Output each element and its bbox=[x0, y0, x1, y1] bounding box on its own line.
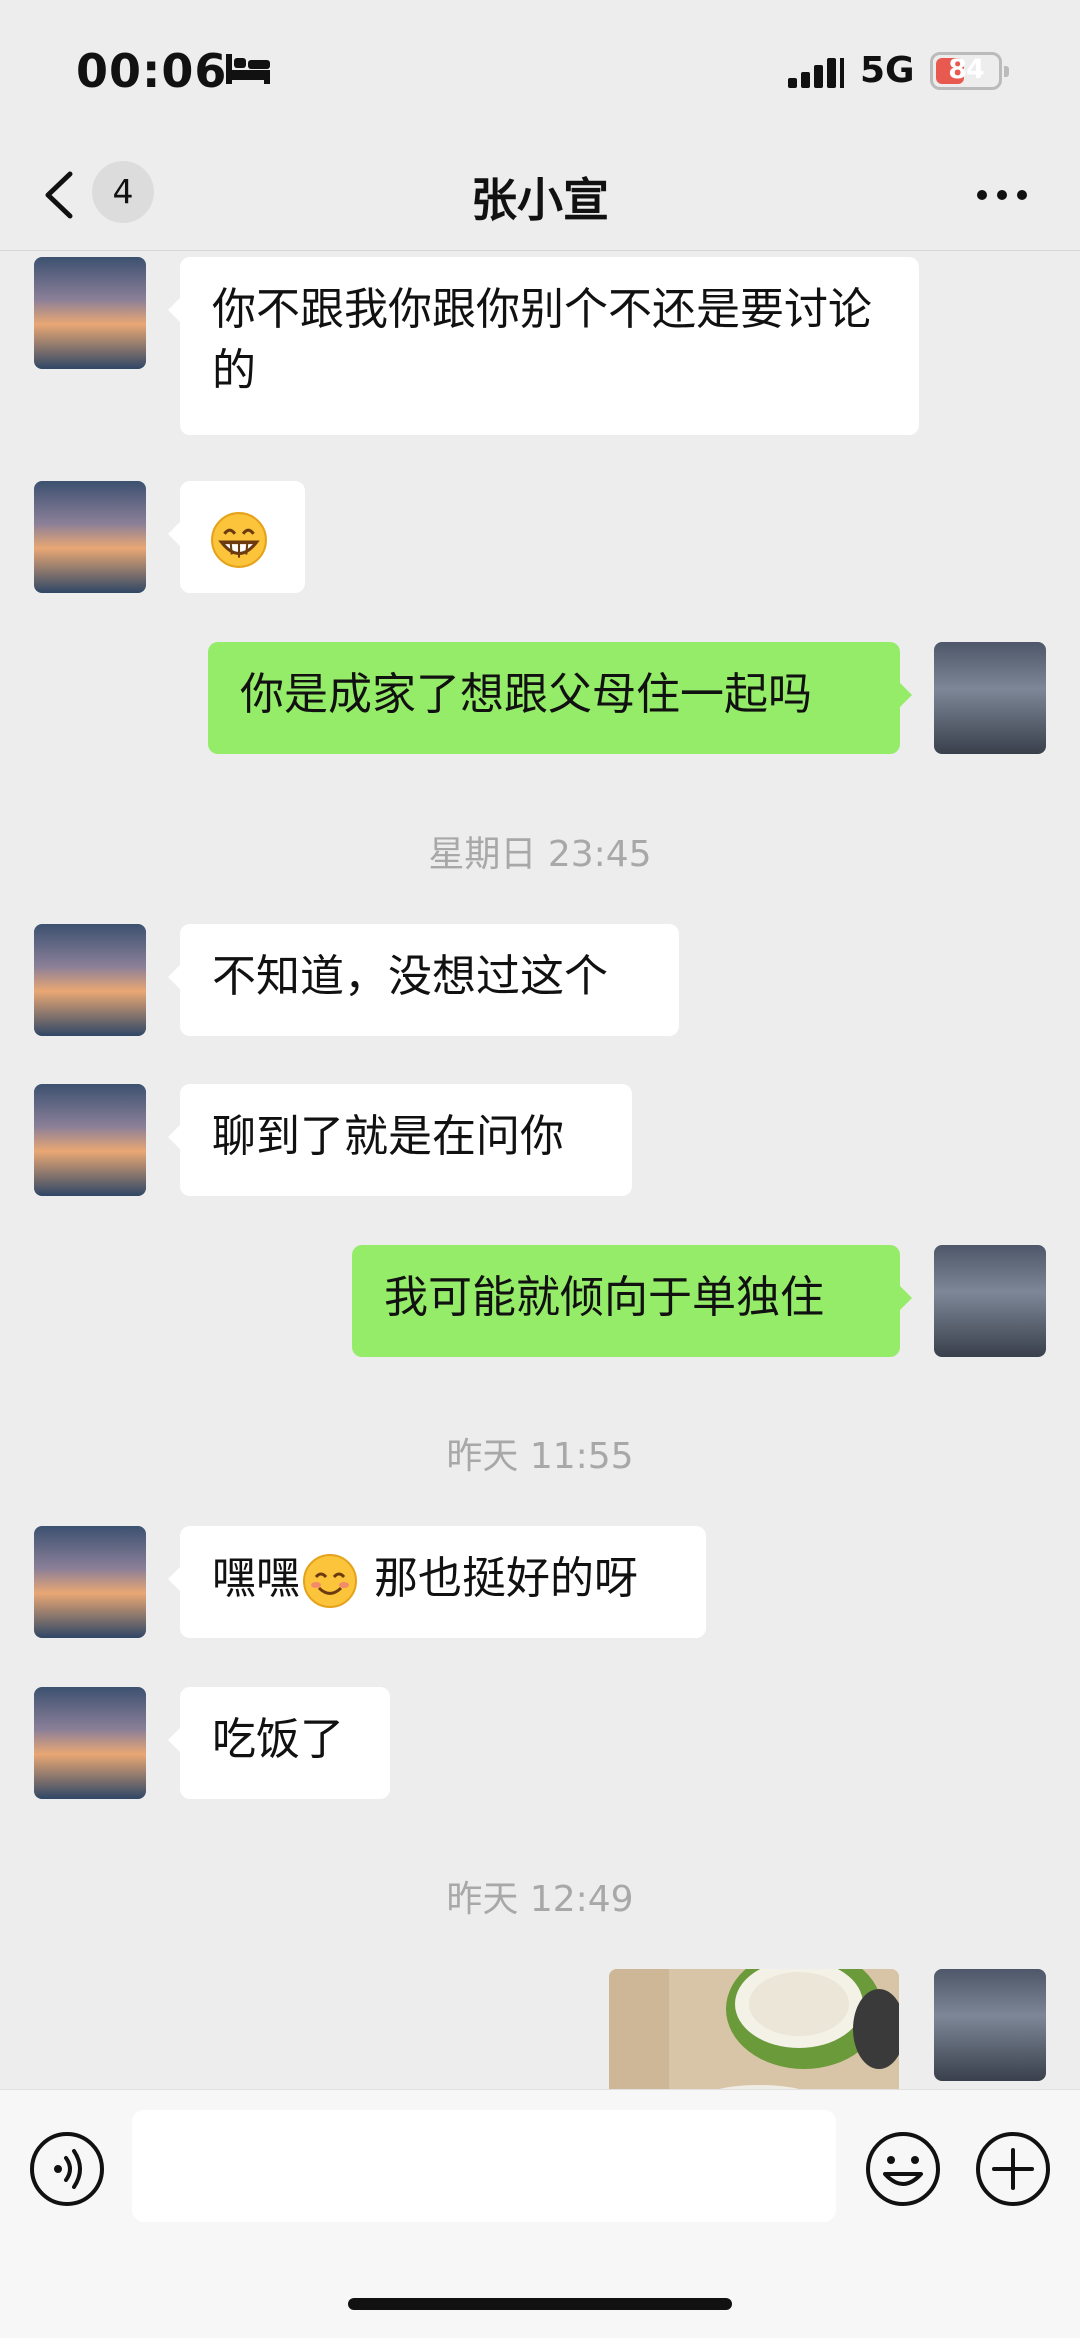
message-input[interactable] bbox=[132, 2110, 836, 2222]
message-list[interactable]: 你不跟我你跟你别个不还是要讨论的 你是成家了想跟父母住一起吗 星期日 23:45… bbox=[0, 251, 1080, 2089]
my-avatar[interactable] bbox=[934, 1245, 1046, 1357]
chat-header: 4 张小宣 bbox=[0, 140, 1080, 251]
battery-icon: 84 bbox=[930, 52, 1009, 90]
my-avatar[interactable] bbox=[934, 642, 1046, 754]
contact-avatar[interactable] bbox=[34, 1084, 146, 1196]
incoming-message[interactable]: 聊到了就是在问你 bbox=[168, 1084, 632, 1196]
message-text-part: 嘿嘿 bbox=[212, 1553, 300, 1604]
message-text: 不知道，没想过这个 bbox=[212, 951, 608, 1002]
message-text: 我可能就倾向于单独住 bbox=[384, 1272, 824, 1323]
contact-avatar[interactable] bbox=[34, 1687, 146, 1799]
message-text: 聊到了就是在问你 bbox=[212, 1111, 564, 1162]
contact-avatar[interactable] bbox=[34, 1526, 146, 1638]
cellular-signal-icon bbox=[788, 58, 844, 88]
message-text-part: 那也挺好的呀 bbox=[360, 1553, 638, 1604]
contact-avatar[interactable] bbox=[34, 257, 146, 369]
message-text: 吃饭了 bbox=[212, 1714, 344, 1765]
voice-input-icon[interactable] bbox=[28, 2130, 106, 2208]
incoming-message[interactable] bbox=[168, 481, 305, 593]
my-avatar[interactable] bbox=[934, 1969, 1046, 2081]
more-functions-plus-icon[interactable] bbox=[974, 2130, 1052, 2208]
incoming-message[interactable]: 不知道，没想过这个 bbox=[168, 924, 679, 1036]
smiling-emoji-icon bbox=[303, 1554, 357, 1608]
contact-avatar[interactable] bbox=[34, 924, 146, 1036]
message-text: 你是成家了想跟父母住一起吗 bbox=[240, 669, 812, 720]
clock: 00:06 bbox=[76, 44, 228, 98]
network-type: 5G bbox=[860, 50, 915, 91]
chat-title: 张小宣 bbox=[471, 173, 609, 227]
sleep-focus-icon bbox=[226, 54, 270, 84]
timestamp: 星期日 23:45 bbox=[428, 834, 652, 875]
outgoing-message[interactable]: 你是成家了想跟父母住一起吗 bbox=[208, 642, 912, 754]
outgoing-message[interactable]: 我可能就倾向于单独住 bbox=[352, 1245, 912, 1357]
sent-photo[interactable] bbox=[609, 1969, 899, 2089]
meal-photo-image bbox=[609, 1969, 899, 2089]
contact-avatar[interactable] bbox=[34, 481, 146, 593]
incoming-message[interactable]: 你不跟我你跟你别个不还是要讨论的 bbox=[168, 257, 919, 435]
battery-level: 84 bbox=[948, 54, 985, 85]
home-indicator[interactable] bbox=[348, 2298, 732, 2310]
emoji-picker-icon[interactable] bbox=[864, 2130, 942, 2208]
status-bar: 00:06 5G 84 bbox=[0, 0, 1080, 140]
grinning-emoji-icon bbox=[211, 512, 267, 568]
incoming-message[interactable]: 吃饭了 bbox=[168, 1687, 390, 1799]
timestamp: 昨天 11:55 bbox=[446, 1436, 634, 1477]
message-text: 你不跟我你跟你别个不还是要讨论的 bbox=[212, 284, 872, 396]
incoming-message[interactable]: 嘿嘿 那也挺好的呀 bbox=[168, 1526, 706, 1638]
more-options-icon[interactable] bbox=[974, 180, 1030, 210]
timestamp: 昨天 12:49 bbox=[446, 1879, 634, 1920]
